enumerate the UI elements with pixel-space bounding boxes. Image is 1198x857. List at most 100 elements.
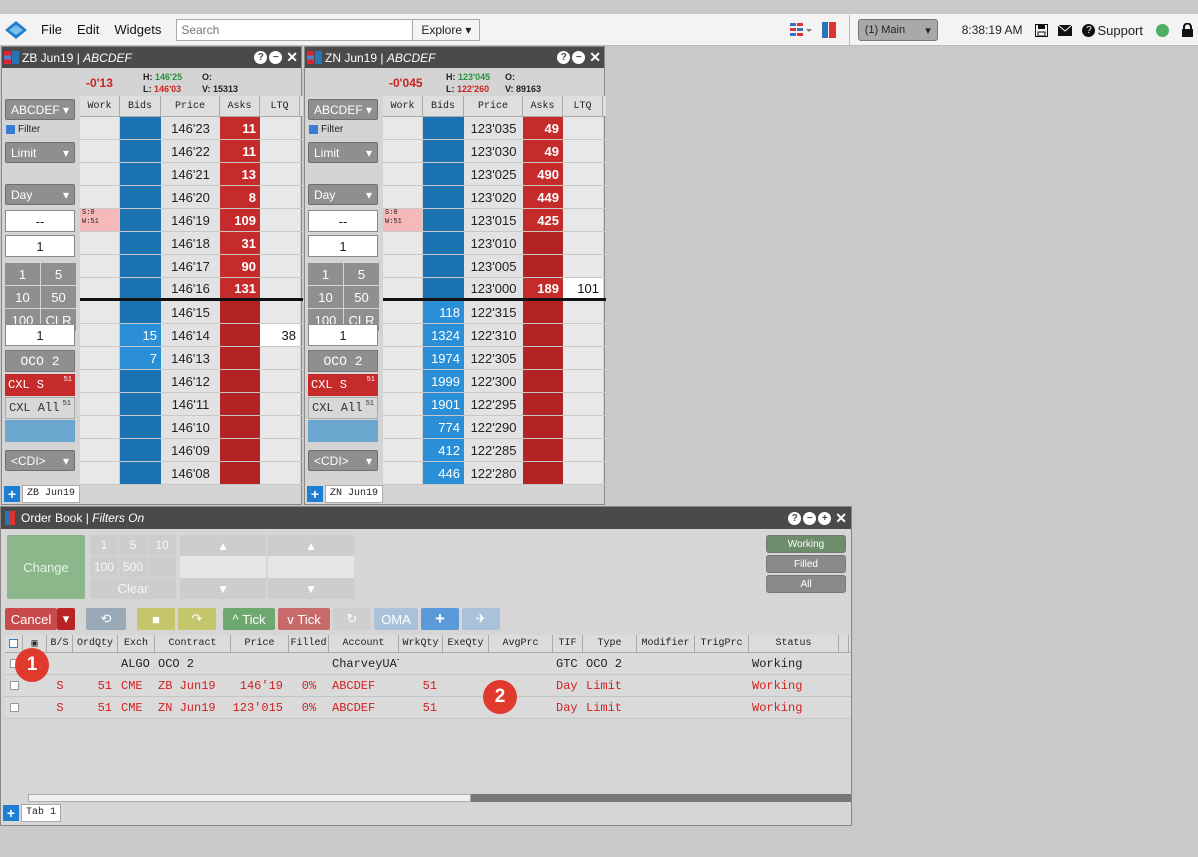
bid-cell[interactable] <box>120 416 161 438</box>
cancel-all-button[interactable]: CXL All 51 <box>308 397 378 419</box>
cancel-sells-button[interactable]: CXL S 51 <box>5 374 75 396</box>
work-cell[interactable] <box>80 301 120 323</box>
price-cell[interactable]: 122'305 <box>464 347 523 369</box>
arrow-down-icon[interactable]: ▼ <box>268 578 354 599</box>
add-tab-icon[interactable]: + <box>3 804 19 821</box>
ask-cell[interactable] <box>220 462 260 484</box>
work-cell[interactable] <box>80 232 120 254</box>
oma-button[interactable]: OMA <box>374 608 418 630</box>
work-cell[interactable] <box>80 278 120 298</box>
qty-button[interactable]: 50 <box>344 286 379 308</box>
ltq-cell[interactable] <box>563 209 603 231</box>
work-cell[interactable] <box>80 370 120 392</box>
ladder-tab[interactable]: ZB Jun19 <box>22 484 81 503</box>
order-type-select[interactable]: Limit ▾ <box>308 142 378 163</box>
filter-filled-button[interactable]: Filled <box>766 555 846 573</box>
ask-cell[interactable]: 90 <box>220 255 260 277</box>
qty-button[interactable]: 1 <box>308 263 343 285</box>
minimize-icon[interactable]: − <box>269 51 283 64</box>
qty-button[interactable]: 5 <box>41 263 76 285</box>
close-icon[interactable]: ✕ <box>835 511 847 525</box>
ltq-cell[interactable] <box>563 347 603 369</box>
minimize-icon[interactable]: − <box>572 51 586 64</box>
work-cell[interactable] <box>80 163 120 185</box>
tif-select[interactable]: Day ▾ <box>5 184 75 205</box>
ask-cell[interactable] <box>523 462 563 484</box>
price-cell[interactable]: 146'10 <box>161 416 220 438</box>
close-icon[interactable]: ✕ <box>286 50 298 64</box>
price-cell[interactable]: 123'020 <box>464 186 523 208</box>
ask-cell[interactable]: 425 <box>523 209 563 231</box>
explore-dropdown[interactable]: Explore ▾ <box>413 18 481 41</box>
filter-all-button[interactable]: All <box>766 575 846 593</box>
work-cell[interactable] <box>383 140 423 162</box>
price-cell[interactable]: 123'000 <box>464 278 523 298</box>
work-cell[interactable] <box>80 186 120 208</box>
row-checkbox[interactable] <box>5 681 23 690</box>
bid-cell[interactable] <box>423 117 464 139</box>
table-row[interactable]: S 51 CME ZB Jun19 146'19 0% ABCDEF 51 Day Limit Wo… <box>5 675 851 697</box>
bid-cell[interactable] <box>423 209 464 231</box>
bid-cell[interactable] <box>120 232 161 254</box>
ltq-cell[interactable] <box>563 393 603 415</box>
bid-cell[interactable] <box>120 117 161 139</box>
ask-cell[interactable]: 8 <box>220 186 260 208</box>
maximize-icon[interactable]: + <box>818 511 832 525</box>
ask-cell[interactable]: 109 <box>220 209 260 231</box>
ltq-cell[interactable] <box>563 117 603 139</box>
ask-cell[interactable]: 11 <box>220 140 260 162</box>
tick-up-button[interactable]: ^ Tick <box>223 608 275 630</box>
table-row[interactable]: ALGO OCO 2 CharveyUAT GTC OCO 2 Working <box>5 653 851 675</box>
ltq-cell[interactable] <box>260 117 300 139</box>
work-cell[interactable] <box>383 439 423 461</box>
work-cell[interactable] <box>383 232 423 254</box>
refresh-icon[interactable]: ↻ <box>333 608 371 630</box>
cancel-buys-button[interactable] <box>308 420 378 442</box>
work-cell[interactable] <box>383 186 423 208</box>
ltq-cell[interactable] <box>563 232 603 254</box>
bid-cell[interactable] <box>423 232 464 254</box>
ltq-cell[interactable]: 101 <box>563 278 603 298</box>
ask-cell[interactable] <box>523 439 563 461</box>
ltq-cell[interactable] <box>563 462 603 484</box>
work-cell[interactable] <box>383 393 423 415</box>
bid-cell[interactable] <box>120 370 161 392</box>
ask-cell[interactable] <box>220 439 260 461</box>
price-cell[interactable]: 146'16 <box>161 278 220 298</box>
menu-edit[interactable]: Edit <box>77 22 99 37</box>
price-cell[interactable]: 146'14 <box>161 324 220 346</box>
ltq-cell[interactable] <box>563 186 603 208</box>
help-icon[interactable]: ? <box>254 51 268 64</box>
cdi-select[interactable]: <CDI> ▾ <box>5 450 75 471</box>
quantity-field[interactable]: 1 <box>308 235 378 257</box>
work-cell[interactable]: S:0 W:51 <box>80 209 120 231</box>
ltq-cell[interactable] <box>260 416 300 438</box>
work-cell[interactable] <box>383 347 423 369</box>
work-cell[interactable] <box>80 393 120 415</box>
ltq-cell[interactable] <box>563 163 603 185</box>
price-cell[interactable]: 122'300 <box>464 370 523 392</box>
qty-button[interactable]: 100 <box>90 556 118 578</box>
bid-cell[interactable] <box>423 278 464 298</box>
ask-cell[interactable] <box>523 370 563 392</box>
help-icon[interactable]: ? <box>788 511 802 525</box>
account-select[interactable]: ABCDEF ▾ <box>308 99 378 120</box>
column-header[interactable]: TIF <box>553 635 583 652</box>
price-cell[interactable]: 123'035 <box>464 117 523 139</box>
ask-cell[interactable]: 11 <box>220 117 260 139</box>
ask-cell[interactable] <box>523 416 563 438</box>
ask-cell[interactable] <box>523 393 563 415</box>
account-select[interactable]: ABCDEF ▾ <box>5 99 75 120</box>
column-header[interactable]: ExeQty <box>443 635 489 652</box>
resume-order-icon[interactable]: ↷ <box>178 608 216 630</box>
bid-cell[interactable]: 1901 <box>423 393 464 415</box>
arrow-up-icon[interactable]: ▲ <box>180 535 266 556</box>
column-header[interactable]: Status <box>749 635 839 652</box>
bid-cell[interactable]: 446 <box>423 462 464 484</box>
minimize-icon[interactable]: − <box>803 511 817 525</box>
price-cell[interactable]: 146'23 <box>161 117 220 139</box>
bid-cell[interactable]: 1999 <box>423 370 464 392</box>
ask-cell[interactable]: 189 <box>523 278 563 298</box>
search-input[interactable] <box>176 18 414 41</box>
ladder-widget-icon[interactable] <box>821 22 836 38</box>
